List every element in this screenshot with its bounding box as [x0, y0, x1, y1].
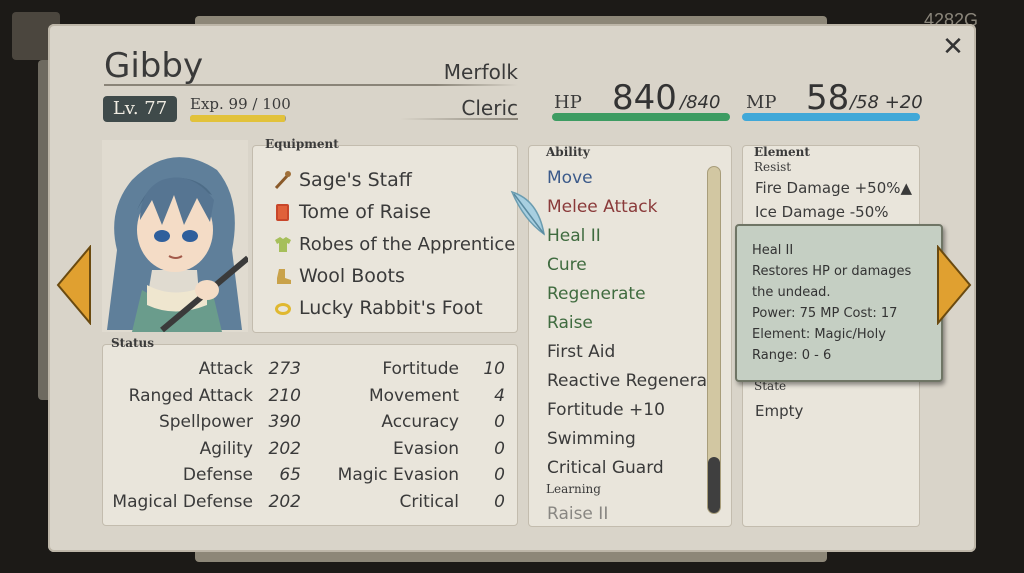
equip-item[interactable]: Tome of Raise	[273, 198, 431, 226]
stat-value: 390	[268, 412, 301, 432]
level-badge: Lv. 77	[103, 96, 177, 122]
equipment-label: Equipment	[265, 137, 339, 151]
stat-name: Defense	[182, 465, 253, 485]
mp-value: 58	[806, 78, 850, 118]
equip-name: Lucky Rabbit's Foot	[299, 297, 483, 319]
stat-name: Evasion	[393, 439, 459, 459]
stat-name: Movement	[368, 386, 459, 406]
learning-item[interactable]: Raise II	[547, 504, 608, 524]
exp-fill	[190, 115, 286, 122]
ability-item[interactable]: Fortitude +10	[547, 400, 665, 420]
equip-name: Tome of Raise	[299, 201, 431, 223]
stat-name: Agility	[199, 439, 253, 459]
name-underline	[104, 84, 518, 86]
ability-panel: Ability Move Melee Attack Heal II Cure R…	[528, 145, 732, 527]
tooltip-element: Element: Magic/Holy	[752, 327, 886, 342]
tooltip-power: Power: 75 MP Cost: 17	[752, 306, 898, 321]
mp-bar	[742, 113, 920, 121]
ability-item[interactable]: Cure	[547, 255, 587, 275]
mp-label: MP	[746, 92, 777, 113]
equip-item[interactable]: Lucky Rabbit's Foot	[273, 294, 483, 322]
tooltip-range: Range: 0 - 6	[752, 348, 832, 363]
previous-character-arrow-icon[interactable]	[56, 245, 92, 325]
tooltip-desc: the undead.	[752, 285, 831, 300]
stat-name: Accuracy	[381, 412, 459, 432]
character-class: Cleric	[461, 96, 518, 120]
book-icon	[276, 204, 289, 221]
staff-icon	[274, 171, 291, 190]
stat-name: Spellpower	[158, 412, 253, 432]
exp-label: Exp. 99 / 100	[190, 95, 291, 113]
ability-item[interactable]: Heal II	[547, 226, 601, 246]
boot-icon	[277, 269, 291, 284]
stat-name: Fortitude	[382, 359, 459, 379]
stat-name: Attack	[198, 359, 253, 379]
ability-label: Ability	[546, 145, 590, 159]
ability-item[interactable]: Move	[547, 168, 593, 188]
stat-value: 210	[268, 386, 301, 406]
hp-value: 840	[612, 78, 677, 118]
hp-label: HP	[554, 92, 582, 113]
stat-value: 4	[494, 386, 505, 406]
equipment-panel: Equipment Sage's Staff Tome of Raise Rob…	[252, 137, 518, 333]
stat-name: Magical Defense	[112, 492, 253, 512]
hp-max: /840	[680, 92, 721, 113]
equip-name: Sage's Staff	[299, 169, 412, 191]
element-label: Element	[754, 145, 810, 159]
ability-item[interactable]: Melee Attack	[547, 197, 657, 217]
stat-value: 10	[483, 359, 505, 379]
stat-name: Magic Evasion	[337, 465, 459, 485]
hp-bar	[552, 113, 730, 121]
scrollbar-thumb[interactable]	[708, 457, 720, 513]
ring-icon	[275, 303, 291, 315]
ability-scrollbar[interactable]	[707, 166, 721, 514]
ability-item[interactable]: Raise	[547, 313, 593, 333]
stat-value: 0	[494, 465, 505, 485]
mp-bonus: +20	[884, 92, 923, 113]
status-panel: Status Attack 273 Ranged Attack 210 Spel…	[102, 336, 518, 526]
tooltip-title: Heal II	[752, 243, 794, 258]
stat-value: 202	[268, 492, 301, 512]
stat-value: 273	[268, 359, 301, 379]
stat-value: 0	[494, 439, 505, 459]
stat-name: Ranged Attack	[128, 386, 253, 406]
tooltip-desc: Restores HP or damages	[752, 264, 912, 279]
mp-max: /58 +20	[850, 92, 923, 113]
equip-item[interactable]: Wool Boots	[273, 262, 405, 290]
stat-name: Critical	[399, 492, 459, 512]
resist-item: Fire Damage +50%▲	[755, 179, 913, 197]
next-character-arrow-icon[interactable]	[936, 245, 972, 325]
character-portrait	[102, 140, 248, 332]
feather-cursor-icon	[510, 190, 546, 236]
stat-value: 65	[279, 465, 301, 485]
equip-item[interactable]: Robes of the Apprentice	[273, 230, 515, 258]
stat-value: 0	[494, 492, 505, 512]
robe-icon	[275, 237, 291, 252]
ability-item[interactable]: Swimming	[547, 429, 636, 449]
ability-item[interactable]: Reactive Regenerat	[547, 371, 714, 391]
status-label: Status	[111, 336, 155, 350]
equip-item[interactable]: Sage's Staff	[273, 166, 412, 194]
stat-value: 0	[494, 412, 505, 432]
ability-item[interactable]: First Aid	[547, 342, 615, 362]
resist-label: Resist	[754, 160, 792, 174]
equip-name: Robes of the Apprentice	[299, 233, 516, 255]
ability-item[interactable]: Regenerate	[547, 284, 646, 304]
ability-item[interactable]: Critical Guard	[547, 458, 664, 478]
learning-label: Learning	[546, 482, 601, 496]
exp-bar	[190, 115, 286, 122]
close-icon[interactable]: ✕	[940, 34, 966, 60]
character-name: Gibby	[104, 46, 204, 86]
resist-item: Ice Damage -50%	[755, 203, 889, 221]
stat-value: 202	[268, 439, 301, 459]
equip-name: Wool Boots	[299, 265, 405, 287]
state-value: Empty	[755, 402, 804, 420]
ability-tooltip: Heal II Restores HP or damages the undea…	[735, 224, 943, 382]
character-race: Merfolk	[443, 60, 518, 84]
